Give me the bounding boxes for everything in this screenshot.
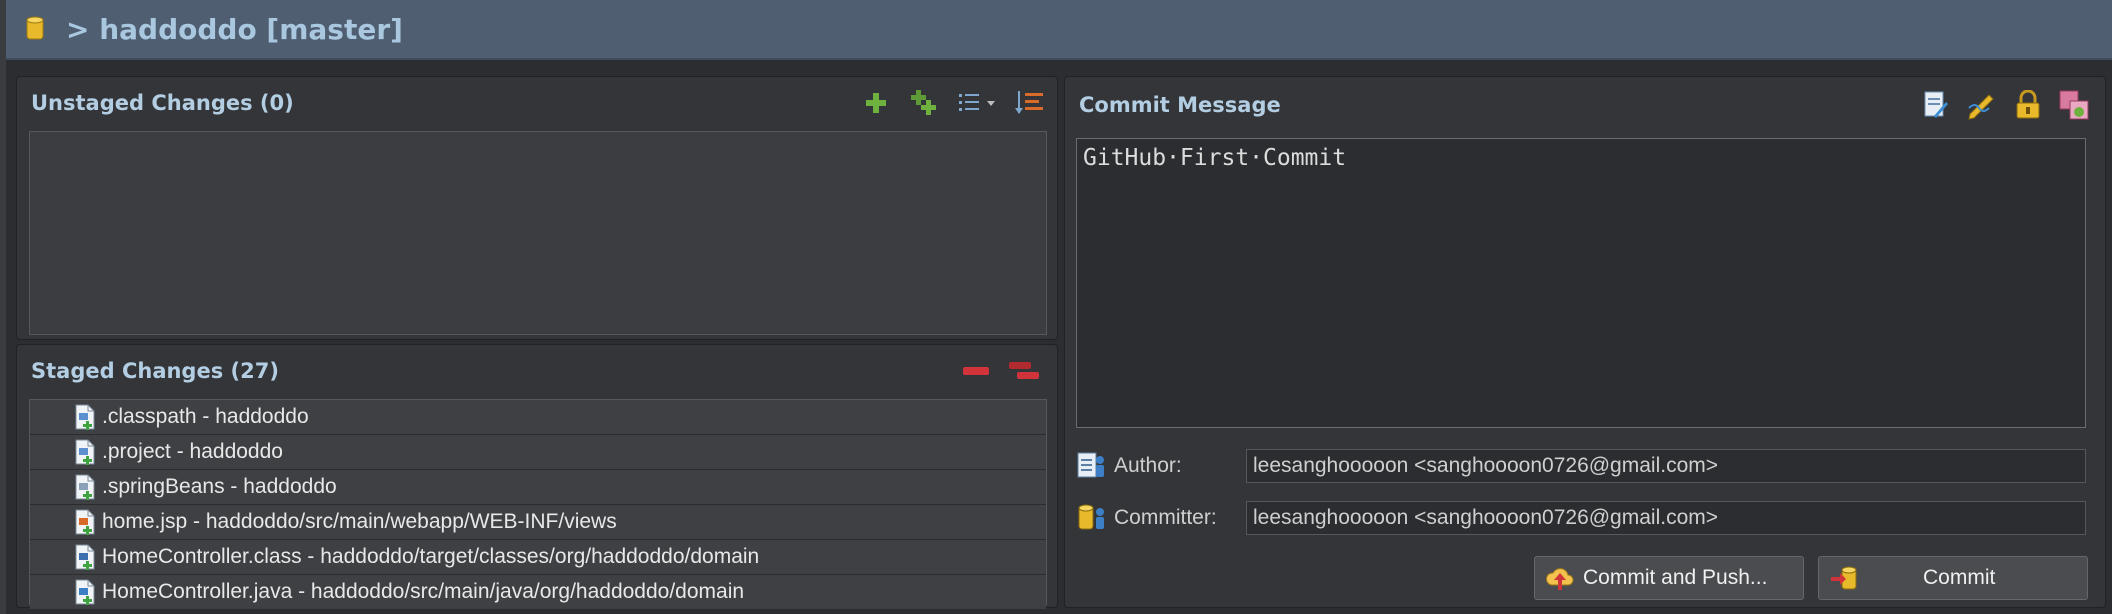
committer-label: Committer: [1114,506,1217,529]
committer-icon [1078,504,1104,530]
staged-file-name: HomeController.class - haddoddo/target/c… [102,545,760,568]
unstaged-title: Unstaged Changes (0) [31,91,294,115]
signed-off-button[interactable] [1965,88,1999,122]
staged-file-row[interactable]: home.jsp - haddoddo/src/main/webapp/WEB-… [30,505,1046,540]
repository-title: > haddoddo [master] [66,12,403,46]
commit-title: Commit Message [1079,93,1281,117]
list-view-icon [959,94,995,111]
presentation-menu-button[interactable] [955,86,999,120]
staged-file-row[interactable]: HomeController.java - haddoddo/src/main/… [30,575,1046,610]
signature-pen-icon [1968,94,1994,120]
jsp-file-added-icon [75,509,95,535]
staged-header: Staged Changes (27) [17,345,1057,397]
author-row: Author: leesanghooooon <sanghoooon0726@g… [1076,448,2086,484]
unstaged-toolbar [859,85,1047,121]
commit-icon [1831,566,1857,590]
sort-button[interactable] [1013,86,1047,120]
staged-title: Staged Changes (27) [31,359,279,383]
stage-selected-button[interactable] [859,86,893,120]
staged-file-row[interactable]: HomeController.class - haddoddo/target/c… [30,540,1046,575]
staged-toolbar [959,353,1041,389]
committer-row: Committer: leesanghooooon <sanghoooon072… [1076,500,2086,536]
staged-file-row[interactable]: .springBeans - haddoddo [30,470,1046,505]
staged-file-name: home.jsp - haddoddo/src/main/webapp/WEB-… [102,510,617,533]
left-edge [0,0,6,614]
change-id-icon [2059,90,2089,120]
commit-and-push-label: Commit and Push... [1583,566,1768,589]
staged-file-list[interactable]: .classpath - haddoddo .project - haddoddo… [29,399,1047,610]
committer-field[interactable]: leesanghooooon <sanghoooon0726@gmail.com… [1246,501,2086,535]
staged-file-row[interactable]: .classpath - haddoddo [30,400,1046,435]
staged-file-name: .springBeans - haddoddo [102,475,337,498]
commit-message-input[interactable]: GitHub·First·Commit [1076,138,2086,428]
cloud-upload-icon [1546,568,1574,590]
title-bar: > haddoddo [master] [6,0,2112,60]
xml-file-added-icon [75,439,95,465]
unstaged-changes-panel: Unstaged Changes (0) [16,76,1058,340]
author-icon [1077,452,1104,478]
minus-icon [963,367,989,375]
commit-toolbar [1919,87,2091,123]
sign-commit-button[interactable] [2011,88,2045,122]
change-id-button[interactable] [2057,88,2091,122]
commit-label: Commit [1923,566,1996,589]
unstage-all-button[interactable] [1007,354,1041,388]
xml-file-added-icon [75,404,95,430]
sort-icon [1015,91,1043,114]
author-label: Author: [1114,454,1182,477]
staged-file-name: .project - haddoddo [102,440,283,463]
double-minus-icon [1009,362,1039,379]
staged-file-name: HomeController.java - haddoddo/src/main/… [102,580,745,603]
lock-icon [2016,90,2040,119]
commit-button[interactable]: Commit [1818,556,2088,600]
class-file-added-icon [75,544,95,570]
unstaged-file-list[interactable] [29,131,1047,335]
plus-icon [866,93,886,113]
text-file-added-icon [75,474,95,500]
staged-changes-panel: Staged Changes (27) .classpath - haddodd… [16,344,1058,610]
unstage-selected-button[interactable] [959,354,993,388]
java-file-added-icon [75,579,95,605]
double-plus-icon [911,90,936,115]
repository-icon [26,16,44,40]
author-field[interactable]: leesanghooooon <sanghoooon0726@gmail.com… [1246,449,2086,483]
amend-icon [1924,91,1948,118]
commit-and-push-button[interactable]: Commit and Push... [1534,556,1804,600]
staged-file-name: .classpath - haddoddo [102,405,309,428]
stage-all-button[interactable] [907,86,941,120]
amend-button[interactable] [1919,88,1953,122]
staged-file-row[interactable]: .project - haddoddo [30,435,1046,470]
